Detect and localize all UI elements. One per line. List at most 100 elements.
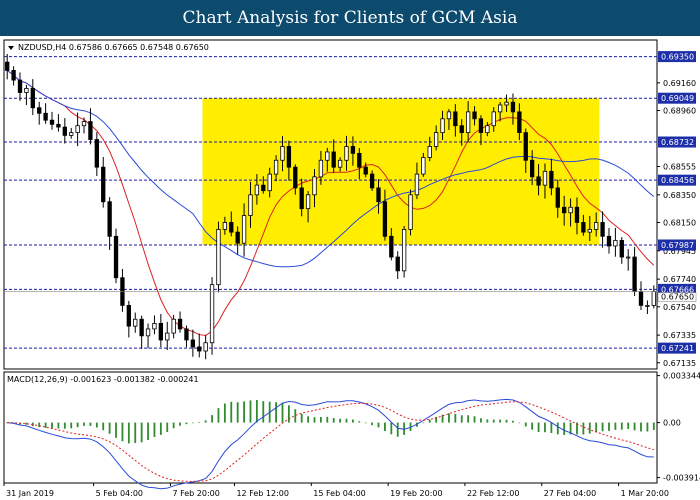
macd-histogram-bar [63,422,66,429]
macd-histogram-bar [44,422,47,428]
candle-body [94,139,99,168]
candle-body [293,166,298,189]
macd-histogram-bar [640,422,642,432]
price-axis-label: 0.69160 [663,79,696,88]
candle-body [344,146,349,161]
macd-histogram-bar [537,422,540,432]
price-axis-label: 0.67335 [663,331,696,340]
macd-histogram-bar [473,416,476,423]
macd-histogram-bar [185,422,188,425]
candle [113,228,119,284]
macd-histogram-bar [601,422,604,432]
macd-histogram-bar [646,422,649,432]
candle-body [133,318,138,327]
macd-histogram-bar [371,422,374,426]
price-axis-label: 0.68150 [663,218,696,227]
candle-body [504,101,509,106]
candle-body [216,228,221,286]
candle-body [594,222,599,230]
macd-histogram-bar [505,419,508,423]
candle-body [555,187,560,208]
macd-histogram-bar [217,408,220,423]
macd-histogram-bar [57,422,60,429]
candle-body [517,111,522,134]
candle-body [472,111,477,120]
range-zone [202,98,600,246]
level-label: 0.69350 [661,53,694,62]
macd-histogram-bar [38,422,41,428]
candle-body [465,111,471,134]
macd-histogram-bar [377,422,380,428]
macd-histogram-bar [390,422,393,435]
macd-histogram-bar [115,422,117,438]
candle-body [101,166,106,203]
candle-body [312,176,317,196]
macd-histogram-bar [51,422,53,429]
candle-body [81,121,87,127]
candle-body [203,342,208,352]
candle-body [651,291,656,306]
macd-histogram-bar [531,422,534,430]
candle-body [62,126,67,136]
candle-body [619,240,624,258]
macd-histogram-bar [102,422,105,431]
macd-histogram-bar [25,422,28,425]
candle-body [139,318,144,337]
level-label: 0.67987 [661,241,694,250]
candle-body [536,176,541,186]
macd-histogram-bar [249,400,252,423]
macd-histogram-bar [243,401,245,423]
macd-histogram-bar [486,419,489,423]
time-axis-label: 15 Feb 04:00 [313,489,365,498]
candle-body [542,170,548,186]
candle-body [145,328,151,337]
candle [408,189,413,236]
candle-body [267,173,272,192]
candle-body [632,256,637,292]
candle-body [75,125,80,134]
macd-histogram-bar [339,418,342,423]
macd-histogram-bar [512,420,514,423]
candle-body [497,104,503,113]
candle-body [113,235,119,279]
macd-histogram-bar [518,422,521,424]
candle-body [478,118,484,134]
macd-histogram-bar [563,422,566,435]
macd-histogram-bar [198,422,201,423]
time-axis-label: 22 Feb 12:00 [467,489,519,498]
time-axis-label: 1 Mar 20:00 [621,489,669,498]
candle [216,221,221,293]
candle-body [549,170,554,189]
macd-histogram-bar [319,417,322,423]
time-axis-label: 27 Feb 04:00 [544,489,596,498]
candle-body [17,79,23,93]
candle-body [363,166,368,175]
macd-histogram-bar [633,422,636,431]
macd-header-label: MACD(12,26,9) -0.001623 -0.001382 -0.000… [7,375,199,384]
macd-histogram-bar [467,415,470,423]
macd-histogram-bar [313,417,316,423]
macd-histogram-bar [172,422,175,429]
candle-body [626,256,631,259]
candle-body [440,118,445,134]
macd-histogram-bar [454,413,457,423]
candle-body [261,184,266,192]
macd-histogram-bar [588,422,591,434]
candle-body [49,119,55,125]
macd-histogram-bar [620,422,623,430]
candle-body [581,222,586,233]
macd-histogram-bar [108,422,111,434]
macd-histogram-bar [524,422,527,427]
candle-body [427,146,432,158]
macd-histogram-bar [460,415,463,423]
time-axis-label: 19 Feb 20:00 [390,489,442,498]
candle-body [171,318,176,334]
price-axis-label: 0.67740 [663,275,696,284]
macd-histogram-bar [332,418,335,423]
candle-body [190,339,196,348]
macd-histogram-bar [76,422,79,428]
candle-body [523,132,528,161]
macd-histogram-bar [236,402,239,423]
macd-histogram-bar [275,402,277,423]
macd-histogram-bar [492,419,495,423]
